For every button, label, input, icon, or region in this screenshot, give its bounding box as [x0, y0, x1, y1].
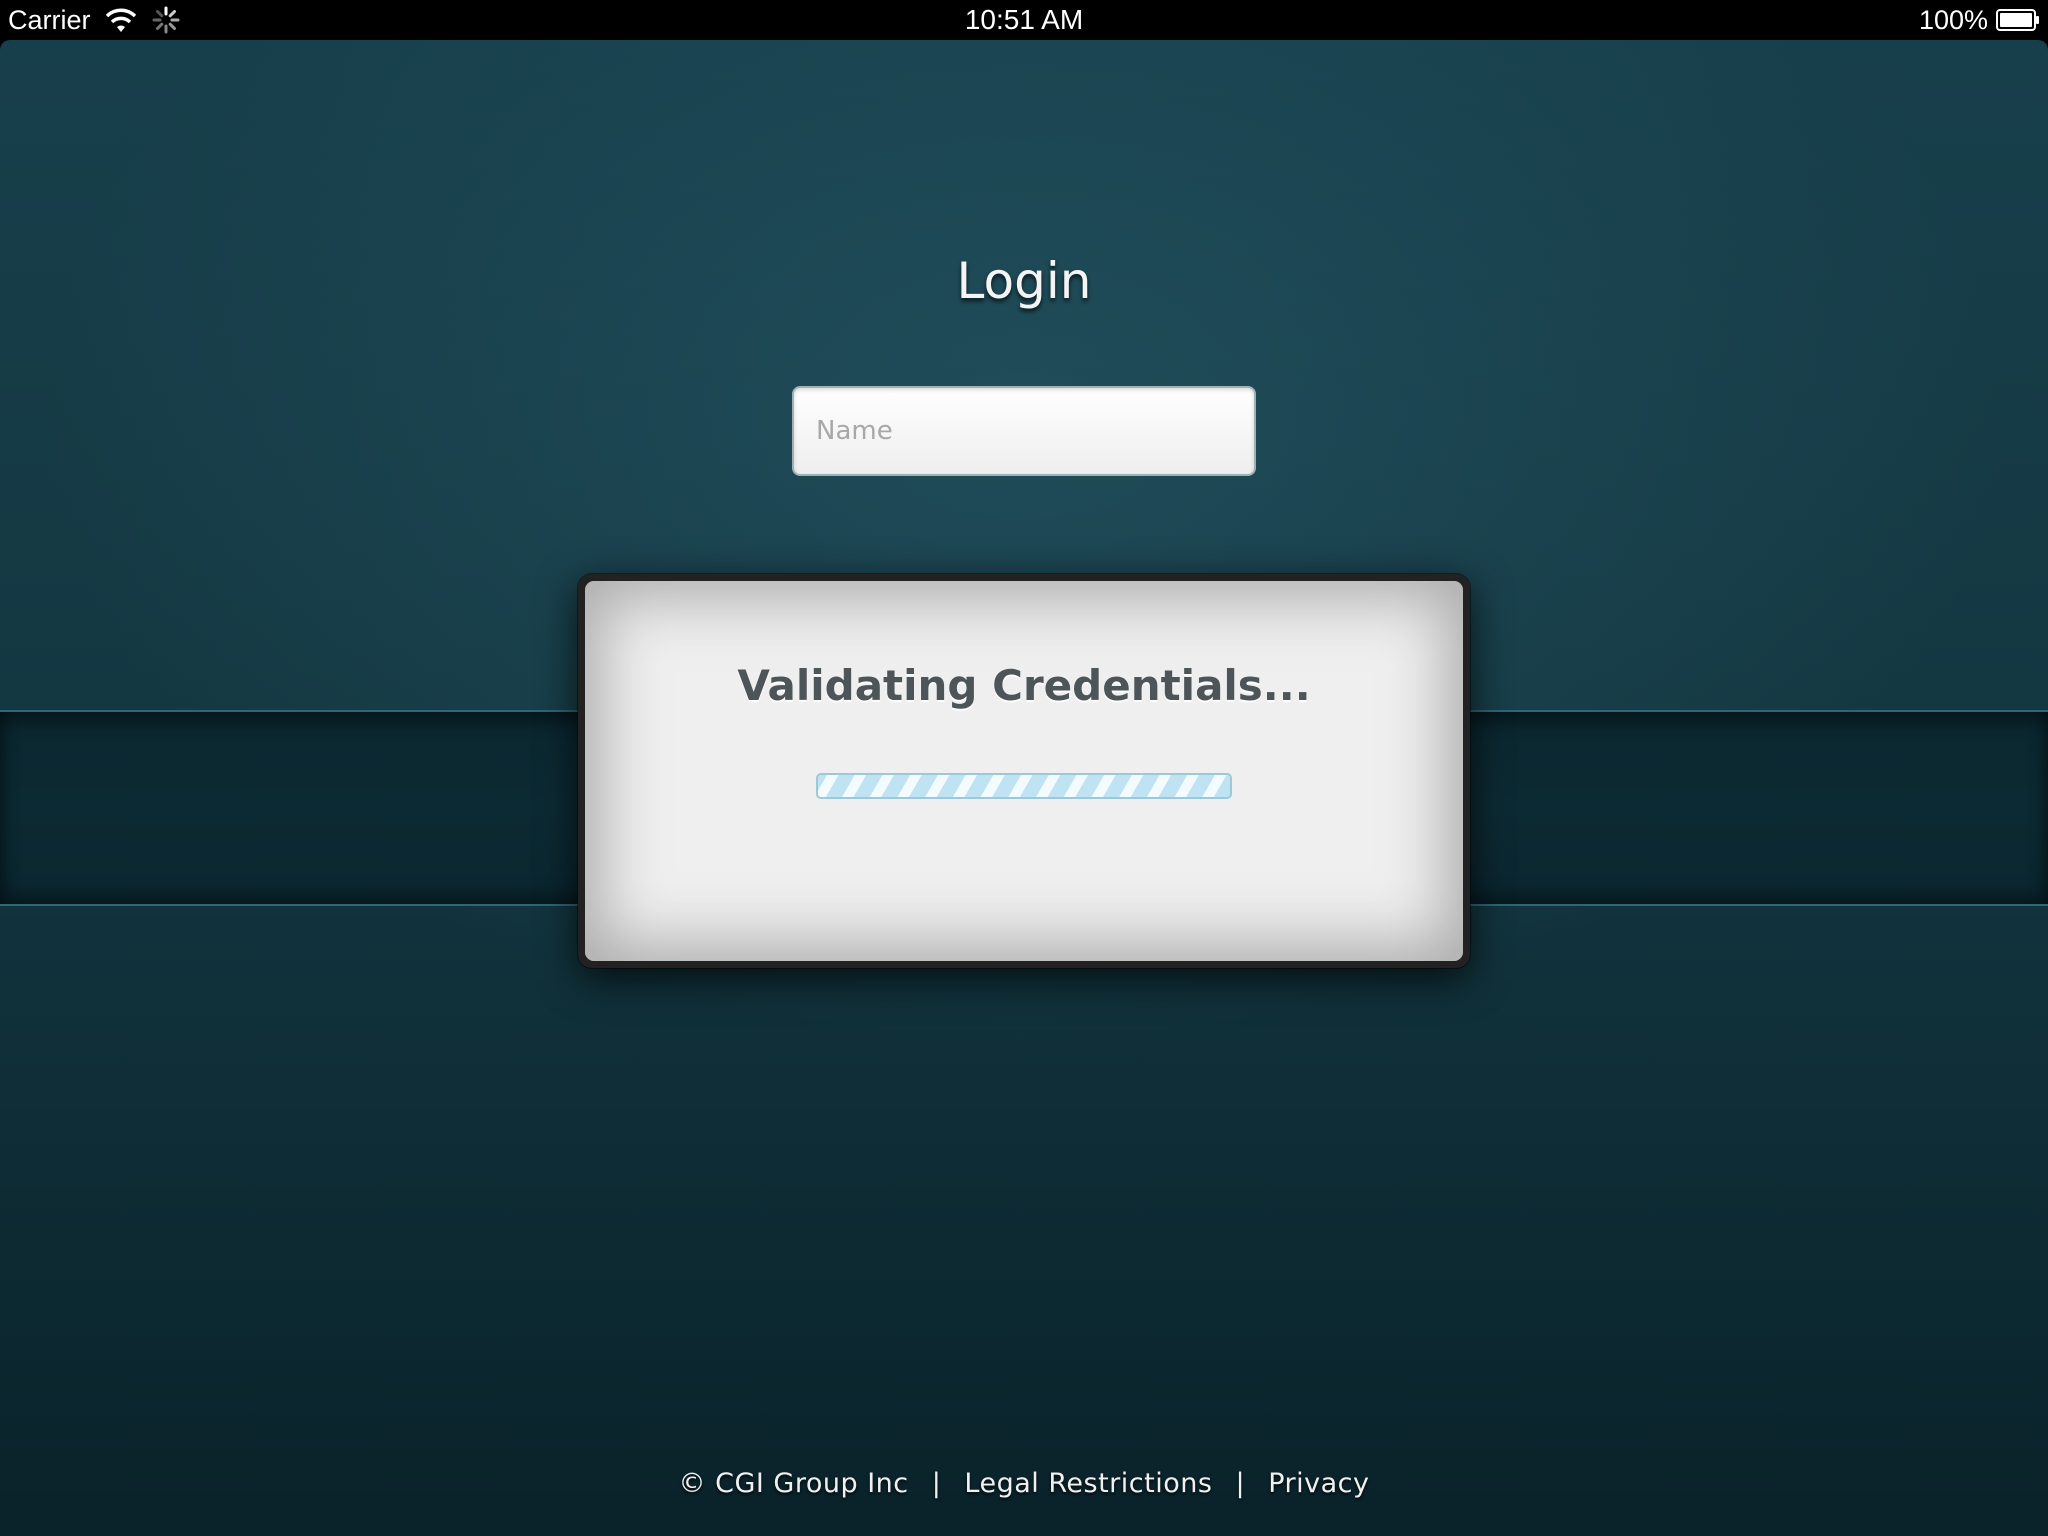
validating-dialog: Validating Credentials... — [578, 574, 1470, 968]
progress-bar — [816, 773, 1232, 799]
status-time: 10:51 AM — [964, 4, 1084, 35]
footer-separator: | — [1235, 1468, 1246, 1499]
footer: © CGI Group Inc | Legal Restrictions | P… — [0, 1468, 2048, 1499]
footer-separator: | — [931, 1468, 942, 1499]
page-title: Login — [956, 252, 1092, 310]
status-bar: Carrier 10:51 AM 100% — [0, 0, 2048, 40]
battery-percentage: 100% — [1918, 5, 1988, 35]
dialog-panel: Validating Credentials... — [585, 581, 1463, 961]
legal-restrictions-link[interactable]: Legal Restrictions — [964, 1468, 1212, 1499]
battery-icon — [1996, 9, 2039, 31]
copyright-text: © CGI Group Inc — [678, 1468, 909, 1499]
login-screen: Login Validating Credentials... © CGI Gr… — [0, 40, 2048, 1536]
name-input[interactable] — [792, 386, 1256, 476]
progress-fill — [818, 775, 1230, 797]
dialog-message: Validating Credentials... — [737, 661, 1311, 710]
status-right: 100% — [1919, 4, 2040, 36]
privacy-link[interactable]: Privacy — [1268, 1468, 1369, 1499]
